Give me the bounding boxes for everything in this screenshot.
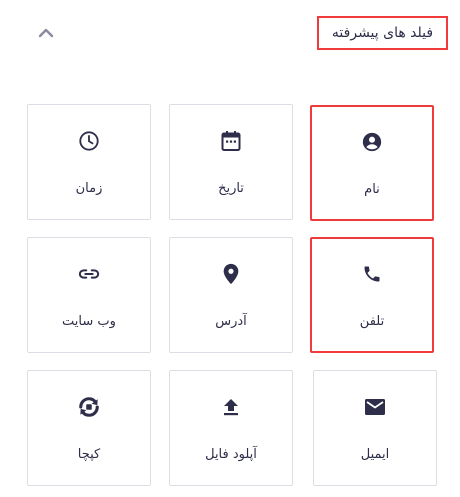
link-icon [28,262,150,286]
field-label: ایمیل [360,447,390,462]
field-label: کپچا [77,447,101,462]
field-label: نام [364,182,380,197]
calendar-icon [170,129,292,153]
field-card-phone[interactable]: تلفن [310,237,434,353]
field-label: آدرس [215,314,247,329]
upload-icon [170,395,292,419]
account-circle-icon [312,130,432,154]
clock-icon [28,129,150,153]
field-label: تلفن [359,314,385,329]
location-pin-icon [170,262,292,286]
field-label: زمان [75,181,103,196]
chevron-up-icon [38,28,54,38]
field-card-website[interactable]: وب سایت [27,237,151,353]
email-icon [314,395,436,419]
field-card-name[interactable]: نام [310,105,434,221]
field-card-address[interactable]: آدرس [169,237,293,353]
field-card-email[interactable]: ایمیل [313,370,437,486]
field-card-file-upload[interactable]: آپلود فایل [169,370,293,486]
field-card-date[interactable]: تاریخ [169,104,293,220]
field-label: آپلود فایل [205,447,257,462]
captcha-icon [28,395,150,419]
advanced-fields-panel: فیلد های پیشرفته نام تاریخ زمان تلفن آدر… [0,0,460,497]
field-card-captcha[interactable]: کپچا [27,370,151,486]
section-title: فیلد های پیشرفته [317,16,448,50]
field-card-time[interactable]: زمان [27,104,151,220]
field-label: تاریخ [218,181,244,196]
phone-icon [312,262,432,286]
collapse-toggle-button[interactable] [32,22,60,44]
field-label: وب سایت [62,314,116,329]
